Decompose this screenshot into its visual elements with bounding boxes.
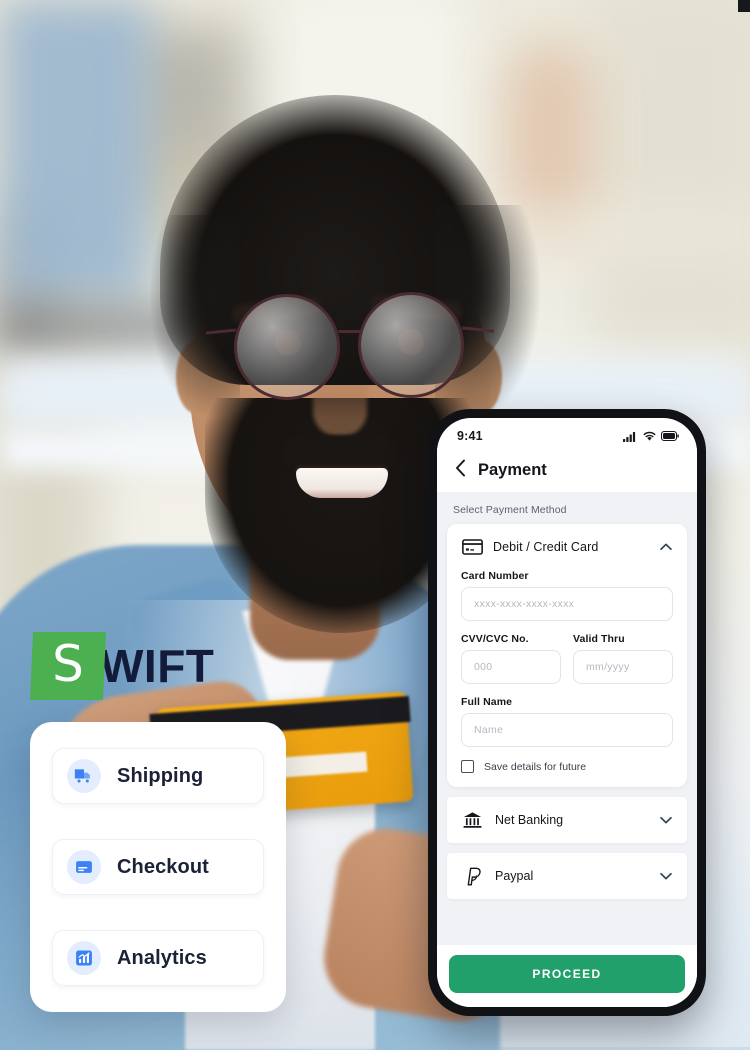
eyeglasses-bridge	[338, 330, 362, 333]
cellular-signal-icon	[623, 431, 636, 442]
status-bar: 9:41	[437, 418, 697, 448]
net-banking-title: Net Banking	[495, 813, 564, 827]
phone-screen: 9:41 Payment Select Payment Method Debit…	[437, 418, 697, 1007]
valid-thru-input[interactable]	[573, 650, 673, 684]
debit-credit-card-header[interactable]: Debit / Credit Card	[461, 536, 673, 558]
swift-logo-mark: S	[30, 632, 106, 700]
credit-card-icon	[461, 536, 483, 558]
checkout-card-icon	[67, 850, 101, 884]
method-row-paypal[interactable]: Paypal	[447, 853, 687, 899]
feature-label: Shipping	[117, 764, 204, 787]
cvv-label: CVV/CVC No.	[461, 633, 529, 645]
debit-credit-card-panel: Debit / Credit Card Card Number CVV/CVC …	[447, 524, 687, 787]
feature-item-analytics[interactable]: Analytics	[52, 930, 264, 986]
feature-item-shipping[interactable]: Shipping	[52, 748, 264, 804]
cvv-input[interactable]	[461, 650, 561, 684]
feature-label: Checkout	[117, 855, 209, 878]
page-title: Payment	[478, 460, 547, 479]
swift-logo-wordmark: WIFT	[100, 640, 215, 692]
chevron-left-icon[interactable]	[455, 459, 466, 481]
status-bar-time: 9:41	[457, 429, 483, 443]
swift-logo: S WIFT	[30, 632, 214, 700]
wifi-icon	[643, 431, 656, 441]
screenshot-stage: S WIFT Shipping Checkout Analytics 9:41 …	[0, 0, 750, 1050]
save-details-label: Save details for future	[484, 760, 587, 773]
chevron-down-icon[interactable]	[659, 869, 673, 883]
bar-chart-icon	[67, 941, 101, 975]
save-details-row[interactable]: Save details for future	[461, 760, 673, 773]
full-name-label: Full Name	[461, 696, 513, 708]
paypal-title: Paypal	[495, 869, 534, 883]
feature-item-checkout[interactable]: Checkout	[52, 839, 264, 895]
battery-icon	[661, 431, 679, 441]
method-row-net-banking[interactable]: Net Banking	[447, 797, 687, 843]
smiling-mouth	[296, 468, 388, 498]
payment-screen-body: Select Payment Method Debit / Credit Car…	[437, 492, 697, 945]
card-number-label: Card Number	[461, 570, 529, 582]
section-label: Select Payment Method	[453, 504, 567, 516]
chevron-up-icon[interactable]	[659, 540, 673, 554]
card-number-input[interactable]	[461, 587, 673, 621]
status-bar-icons	[623, 431, 679, 442]
bank-icon	[461, 809, 483, 831]
hair-left	[150, 215, 240, 415]
save-details-checkbox[interactable]	[461, 760, 474, 773]
feature-card: Shipping Checkout Analytics	[30, 722, 286, 1012]
full-name-input[interactable]	[461, 713, 673, 747]
swift-logo-letter: S	[52, 635, 84, 693]
navigation-bar: Payment	[437, 448, 697, 492]
moustache	[282, 435, 398, 469]
proceed-button[interactable]: PROCEED	[449, 955, 685, 993]
debit-credit-card-title: Debit / Credit Card	[493, 540, 599, 554]
eyeglasses-lens-right	[358, 292, 464, 398]
feature-label: Analytics	[117, 946, 207, 969]
chevron-down-icon[interactable]	[659, 813, 673, 827]
screen-footer: PROCEED	[437, 945, 697, 1007]
phone-mockup: 9:41 Payment Select Payment Method Debit…	[428, 409, 706, 1016]
delivery-truck-icon	[67, 759, 101, 793]
valid-thru-label: Valid Thru	[573, 633, 625, 645]
eyeglasses-lens-left	[234, 294, 340, 400]
paypal-icon	[461, 865, 483, 887]
